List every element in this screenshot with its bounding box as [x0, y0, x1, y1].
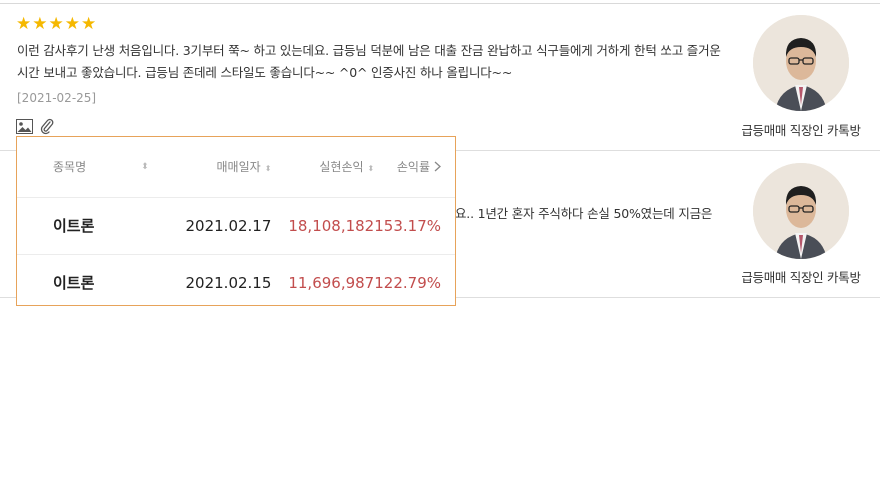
avatar — [753, 15, 849, 111]
cell-rate: 122.79% — [374, 254, 455, 305]
cell-rate: 153.17% — [374, 197, 455, 255]
cell-name: 이트론 — [17, 197, 142, 255]
cell-pl: 18,108,182 — [271, 197, 375, 255]
avatar — [753, 163, 849, 259]
cell-pl: 11,696,987 — [271, 254, 375, 305]
trade-table: 종목명 ⬍ 매매일자 ⬍ 실현손익 ⬍ 손익률 이트론 2021.02.17 18,… — [17, 137, 455, 305]
cell-spacer — [141, 197, 169, 255]
paperclip-icon[interactable] — [38, 118, 55, 134]
col-header-rate[interactable]: 손익률 — [374, 137, 455, 198]
table-header-row: 종목명 ⬍ 매매일자 ⬍ 실현손익 ⬍ 손익률 — [17, 137, 455, 198]
sort-icon: ⬍ — [367, 164, 375, 174]
star-icon: ★ — [32, 14, 48, 34]
trade-result-popup: 종목명 ⬍ 매매일자 ⬍ 실현손익 ⬍ 손익률 이트론 2021.02.17 18,… — [16, 136, 456, 306]
cell-spacer — [141, 254, 169, 305]
star-rating: ★ ★ ★ ★ ★ — [16, 14, 96, 34]
review-text: 요.. 1년간 혼자 주식하다 손실 50%였는데 지금은 — [455, 206, 713, 221]
cell-date: 2021.02.17 — [168, 197, 272, 255]
cell-name: 이트론 — [17, 254, 142, 305]
sort-icon: ⬍ — [264, 164, 272, 174]
author-name: 급등매매 직장인 카톡방 — [741, 270, 861, 285]
review-item: ★ ★ ★ ★ ★ 이런 감사후기 난생 처음입니다. 3기부터 쭉~ 하고 있… — [0, 0, 880, 150]
col-header-date[interactable]: 매매일자 ⬍ — [168, 137, 272, 198]
cell-date: 2021.02.15 — [168, 254, 272, 305]
star-icon: ★ — [48, 14, 64, 34]
chevron-right-icon[interactable] — [434, 161, 441, 175]
review-date: [2021-02-25] — [17, 91, 97, 105]
table-row[interactable]: 이트론 2021.02.17 18,108,182 153.17% — [17, 197, 455, 255]
col-header-pl[interactable]: 실현손익 ⬍ — [271, 137, 375, 198]
star-icon: ★ — [81, 14, 97, 34]
image-icon[interactable] — [16, 118, 33, 134]
star-icon: ★ — [64, 14, 80, 34]
col-header-name[interactable]: 종목명 — [17, 137, 142, 198]
attachment-icons — [16, 118, 55, 134]
author-name: 급등매매 직장인 카톡방 — [741, 123, 861, 138]
star-icon: ★ — [16, 14, 32, 34]
sort-icon[interactable]: ⬍ — [141, 137, 169, 198]
review-text: 이런 감사후기 난생 처음입니다. 3기부터 쭉~ 하고 있는데요. 급등님 덕… — [17, 43, 721, 80]
table-row[interactable]: 이트론 2021.02.15 11,696,987 122.79% — [17, 254, 455, 305]
